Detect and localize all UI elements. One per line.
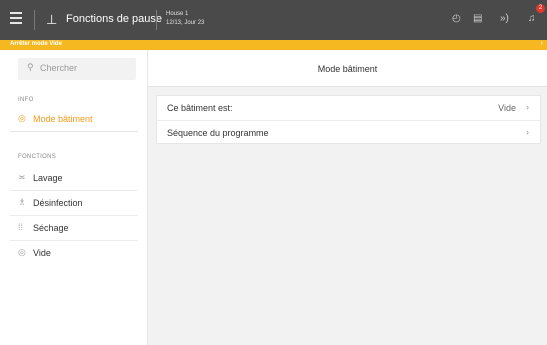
chevron-right-icon: ›: [526, 127, 529, 137]
tool-icon: ⊥: [46, 12, 58, 27]
search-icon: ⚲: [27, 62, 34, 72]
notice-text: Arrêter mode Vide: [10, 41, 62, 47]
sidebar: ⚲ Chercher INFO ◎ Mode bâtiment FONCTION…: [0, 50, 148, 345]
page-title: Fonctions de pause: [66, 13, 163, 25]
sidebar-item-label: Vide: [33, 248, 51, 258]
settings-card: Ce bâtiment est: Vide › Séquence du prog…: [156, 95, 541, 144]
notification-badge: 2: [536, 4, 545, 13]
sidebar-item-sechage[interactable]: ⁞⁞ Séchage: [10, 216, 138, 241]
spray-icon: ♗: [18, 197, 27, 207]
row-program-sequence[interactable]: Séquence du programme ›: [157, 120, 540, 144]
wash-icon: ≍: [18, 172, 26, 182]
sidebar-item-vide[interactable]: ◎ Vide: [10, 241, 138, 266]
sidebar-item-lavage[interactable]: ≍ Lavage: [10, 166, 138, 191]
section-header-info: INFO: [18, 97, 34, 103]
row-label: Séquence du programme: [167, 128, 269, 138]
house-date: 12/13, Jour 23: [166, 20, 205, 26]
sidebar-item-desinfection[interactable]: ♗ Désinfection: [10, 191, 138, 216]
check-circle-icon: ◎: [18, 247, 26, 257]
section-header-fonctions: FONCTIONS: [18, 154, 57, 160]
chevron-right-icon: ›: [540, 40, 543, 47]
row-label: Ce bâtiment est:: [167, 103, 233, 113]
row-value: Vide: [498, 103, 516, 113]
sidebar-item-label: Mode bâtiment: [33, 114, 93, 124]
check-circle-icon: ◎: [18, 113, 26, 123]
house-name: House 1: [166, 11, 189, 17]
top-bar: ⊥ Fonctions de pause House 1 12/13, Jour…: [0, 0, 547, 40]
mode-notice-bar[interactable]: Arrêter mode Vide ›: [0, 40, 547, 50]
search-input[interactable]: ⚲ Chercher: [18, 58, 136, 80]
sidebar-item-label: Séchage: [33, 223, 69, 233]
divider: [156, 10, 157, 30]
search-placeholder: Chercher: [40, 63, 78, 73]
main-header: Mode bâtiment: [148, 50, 547, 87]
sidebar-item-mode-batiment[interactable]: ◎ Mode bâtiment: [10, 107, 138, 132]
main-panel: Mode bâtiment Ce bâtiment est: Vide › Sé…: [148, 50, 547, 345]
row-building-state[interactable]: Ce bâtiment est: Vide ›: [157, 96, 540, 120]
drying-icon: ⁞⁞: [18, 222, 24, 232]
bell-icon[interactable]: ♫: [528, 13, 536, 25]
sidebar-item-label: Désinfection: [33, 198, 83, 208]
hamburger-menu-icon[interactable]: [10, 12, 22, 26]
house-info: House 1 12/13, Jour 23: [166, 10, 204, 28]
main-title: Mode bâtiment: [317, 64, 378, 74]
signal-icon[interactable]: »): [500, 13, 509, 25]
chevron-right-icon: ›: [526, 102, 529, 112]
sidebar-item-label: Lavage: [33, 173, 63, 183]
document-icon[interactable]: ▤: [473, 13, 482, 25]
divider: [34, 10, 35, 30]
gauge-icon[interactable]: ◴: [452, 13, 461, 25]
